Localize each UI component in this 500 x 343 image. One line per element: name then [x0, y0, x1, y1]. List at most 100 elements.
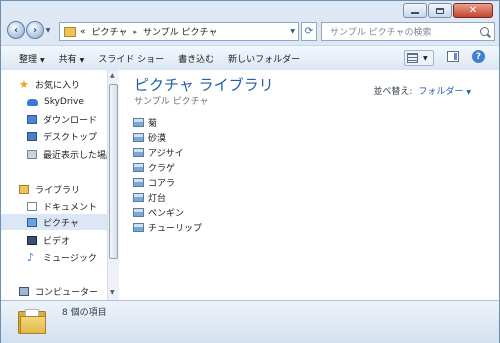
sidebar-item-videos[interactable]: ビデオ — [27, 232, 70, 248]
navigation-pane: ★ お気に入り SkyDrive ダウンロード デスクトップ 最近表示した場所 ラ… — [1, 70, 107, 300]
back-button[interactable]: ‹ — [7, 21, 25, 39]
documents-icon — [27, 201, 37, 211]
image-file-icon — [133, 117, 144, 127]
close-button[interactable]: ✕ — [453, 3, 493, 18]
view-icon — [407, 53, 418, 63]
image-file-icon — [133, 207, 144, 217]
sidebar-item-desktop[interactable]: デスクトップ — [27, 128, 97, 144]
sidebar-item-label: コンピューター — [35, 287, 99, 298]
scroll-down-icon[interactable]: ▼ — [110, 289, 115, 296]
caption-buttons: ✕ — [402, 3, 493, 18]
sidebar-item-downloads[interactable]: ダウンロード — [27, 111, 97, 127]
file-list-pane: ピクチャ ライブラリ サンプル ピクチャ 並べ替え: フォルダー ▼ 菊 砂漠 アジ… — [119, 70, 499, 300]
chevron-down-icon[interactable]: ▼ — [423, 55, 428, 62]
downloads-icon — [27, 114, 37, 124]
search-icon[interactable] — [480, 27, 489, 36]
list-item[interactable]: ペンギン — [133, 205, 184, 219]
library-subtitle: サンプル ピクチャ — [134, 97, 209, 107]
details-pane: 8 個の項目 — [1, 300, 499, 343]
image-file-icon — [133, 222, 144, 232]
arrange-by-label: 並べ替え: — [373, 87, 413, 97]
search-placeholder: サンプル ピクチャの検索 — [330, 28, 432, 38]
sidebar-item-label: ビデオ — [43, 236, 71, 247]
list-item[interactable]: アジサイ — [133, 145, 184, 159]
folder-front — [20, 316, 46, 334]
breadcrumb-sample-pictures[interactable]: サンプル ピクチャ — [143, 25, 218, 38]
recent-places-icon — [27, 149, 37, 159]
slideshow-button[interactable]: スライド ショー — [98, 52, 164, 65]
sidebar-item-skydrive[interactable]: SkyDrive — [27, 94, 84, 110]
sidebar-item-label: ダウンロード — [43, 115, 98, 126]
file-name: ペンギン — [148, 208, 185, 219]
sidebar-item-libraries[interactable]: ライブラリ — [19, 181, 80, 197]
organize-button[interactable]: 整理 ▼ — [19, 52, 45, 65]
sidebar-item-label: ドキュメント — [43, 202, 98, 213]
sidebar-item-label: 最近表示した場所 — [43, 150, 107, 161]
folder-icon — [18, 308, 46, 334]
file-name: チューリップ — [148, 223, 203, 234]
list-item[interactable]: クラゲ — [133, 160, 175, 174]
new-folder-button[interactable]: 新しいフォルダー — [228, 52, 300, 65]
image-file-icon — [133, 177, 144, 187]
chevron-down-icon[interactable]: ▼ — [466, 89, 471, 96]
navigation-buttons: ‹ › ▼ — [7, 21, 52, 39]
libraries-icon — [19, 184, 29, 194]
preview-pane-icon[interactable] — [447, 51, 459, 62]
maximize-icon — [436, 7, 444, 14]
navigation-scrollbar[interactable]: ▲ ▼ — [107, 70, 119, 300]
item-count: 8 個の項目 — [62, 308, 107, 318]
list-item[interactable]: 砂漠 — [133, 130, 166, 144]
list-item[interactable]: コアラ — [133, 175, 175, 189]
file-name: クラゲ — [148, 163, 176, 174]
share-label: 共有 — [58, 54, 77, 65]
list-item[interactable]: チューリップ — [133, 220, 202, 234]
image-file-icon — [133, 192, 144, 202]
desktop-icon — [27, 131, 37, 141]
library-title: ピクチャ ライブラリ — [134, 76, 274, 94]
chevron-down-icon: ▼ — [79, 56, 85, 64]
file-name: アジサイ — [148, 148, 184, 159]
sidebar-item-label: ミュージック — [43, 253, 97, 264]
explorer-window: ✕ ‹ › ▼ « ピクチャ ▸ サンプル ピクチャ ▼ ⟳ サンプル ピクチャ… — [0, 0, 500, 343]
maximize-button[interactable] — [428, 3, 452, 18]
minimize-button[interactable] — [403, 3, 427, 18]
sidebar-item-label: お気に入り — [35, 80, 81, 91]
recent-pages-dropdown[interactable]: ▼ — [44, 21, 52, 39]
music-icon: ♪ — [27, 250, 35, 264]
list-item[interactable]: 菊 — [133, 115, 157, 129]
sidebar-item-favorites[interactable]: ★ お気に入り — [19, 76, 80, 92]
share-button[interactable]: 共有 ▼ — [59, 52, 85, 65]
sidebar-item-computer[interactable]: コンピューター — [19, 283, 98, 299]
file-name: 菊 — [148, 118, 158, 129]
image-file-icon — [133, 132, 144, 142]
change-view-button[interactable]: ▼ — [404, 50, 434, 66]
forward-button[interactable]: › — [26, 21, 44, 39]
burn-button[interactable]: 書き込む — [178, 52, 214, 65]
address-overflow[interactable]: « — [80, 27, 86, 37]
help-icon[interactable]: ? — [472, 50, 485, 63]
skydrive-icon — [27, 98, 38, 106]
list-item[interactable]: 灯台 — [133, 190, 166, 204]
scrollbar-thumb[interactable] — [109, 84, 118, 259]
sidebar-item-recent-places[interactable]: 最近表示した場所 — [27, 146, 107, 162]
arrange-by-control: 並べ替え: フォルダー ▼ — [373, 84, 471, 97]
breadcrumb-separator-icon[interactable]: ▸ — [133, 28, 137, 36]
sidebar-item-documents[interactable]: ドキュメント — [27, 198, 97, 214]
breadcrumb-pictures[interactable]: ピクチャ — [92, 25, 128, 38]
computer-icon — [19, 286, 29, 296]
sidebar-item-music[interactable]: ♪ ミュージック — [27, 249, 97, 265]
sidebar-item-pictures[interactable]: ピクチャ — [1, 214, 107, 230]
file-name: 灯台 — [148, 193, 167, 204]
scroll-up-icon[interactable]: ▲ — [110, 72, 115, 79]
refresh-button[interactable]: ⟳ — [301, 22, 317, 41]
file-name: コアラ — [148, 178, 176, 189]
organize-label: 整理 — [19, 54, 38, 65]
image-file-icon — [133, 147, 144, 157]
arrange-by-dropdown[interactable]: フォルダー — [418, 87, 463, 97]
address-bar[interactable]: « ピクチャ ▸ サンプル ピクチャ ▼ — [59, 22, 299, 41]
minimize-icon — [411, 12, 419, 14]
videos-icon — [27, 235, 37, 245]
close-icon: ✕ — [468, 4, 478, 16]
search-input[interactable]: サンプル ピクチャの検索 — [321, 22, 495, 41]
address-dropdown-icon[interactable]: ▼ — [290, 28, 295, 35]
